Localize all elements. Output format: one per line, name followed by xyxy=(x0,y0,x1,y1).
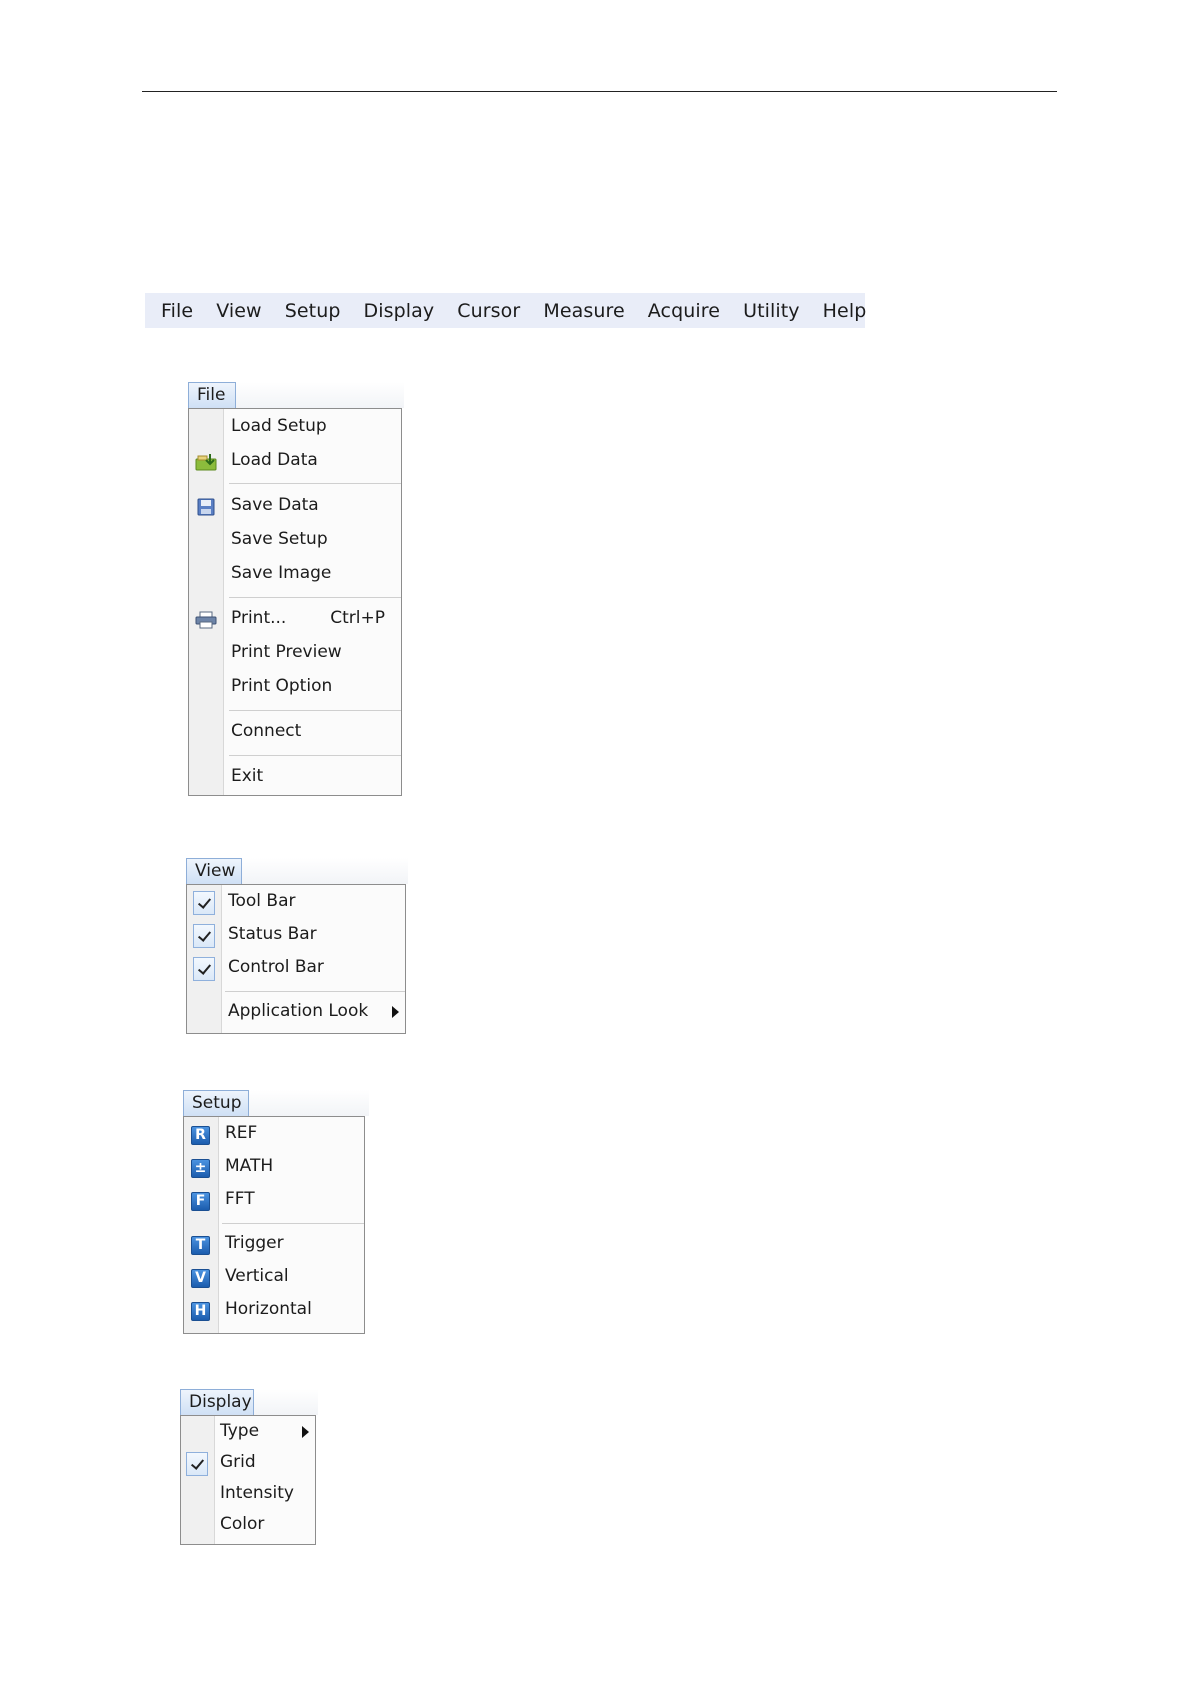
menu-item-label: Print Option xyxy=(231,676,333,696)
file-menu-dropdown: File Load Setup Load Data Save Data Save… xyxy=(188,382,404,796)
setup-menu-dropdown: Setup R REF ± MATH F FFT T Trigger V Ver… xyxy=(183,1090,369,1334)
menu-item-application-look[interactable]: Application Look xyxy=(187,997,405,1029)
menu-item-label: Horizontal xyxy=(225,1299,312,1319)
menu-item-exit[interactable]: Exit xyxy=(189,762,401,794)
menu-view[interactable]: View xyxy=(216,300,262,322)
display-menu-tab[interactable]: Display xyxy=(180,1389,254,1415)
save-disk-icon xyxy=(197,498,215,520)
menu-item-label: Type xyxy=(220,1421,260,1441)
menu-item-type[interactable]: Type xyxy=(181,1418,315,1448)
menu-item-label: Save Setup xyxy=(231,529,328,549)
checkmark-icon xyxy=(193,957,215,981)
menu-utility[interactable]: Utility xyxy=(743,300,800,322)
menu-item-load-data[interactable]: Load Data xyxy=(189,446,401,478)
menu-item-label: Application Look xyxy=(228,1001,369,1021)
menu-item-label: Color xyxy=(220,1514,265,1534)
menu-item-label: Trigger xyxy=(225,1233,284,1253)
menu-item-load-setup[interactable]: Load Setup xyxy=(189,412,401,444)
menu-item-label: Print Preview xyxy=(231,642,342,662)
menu-help[interactable]: Help xyxy=(823,300,867,322)
menu-separator xyxy=(229,755,401,756)
view-menu-panel: Tool Bar Status Bar Control Bar Applicat… xyxy=(186,884,406,1034)
menu-item-print[interactable]: Print... Ctrl+P xyxy=(189,604,401,636)
page-header-rule xyxy=(142,91,1057,92)
menu-item-ref[interactable]: R REF xyxy=(184,1119,364,1151)
file-menu-tab-strip xyxy=(236,382,404,408)
fft-icon: F xyxy=(191,1192,210,1211)
view-menu-tab-strip xyxy=(242,858,408,884)
trigger-icon: T xyxy=(191,1236,210,1255)
menu-separator xyxy=(229,597,401,598)
menu-separator xyxy=(225,991,405,992)
setup-menu-panel: R REF ± MATH F FFT T Trigger V Vertical … xyxy=(183,1116,365,1334)
menu-item-trigger[interactable]: T Trigger xyxy=(184,1229,364,1261)
menu-item-grid[interactable]: Grid xyxy=(181,1449,315,1479)
menu-separator xyxy=(229,710,401,711)
menu-measure[interactable]: Measure xyxy=(543,300,624,322)
ref-icon: R xyxy=(191,1126,210,1145)
menu-separator xyxy=(229,483,401,484)
menu-item-tool-bar[interactable]: Tool Bar xyxy=(187,887,405,919)
main-menu-bar: File View Setup Display Cursor Measure A… xyxy=(145,293,867,328)
horizontal-icon: H xyxy=(191,1302,210,1321)
menu-item-intensity[interactable]: Intensity xyxy=(181,1480,315,1510)
menu-item-save-setup[interactable]: Save Setup xyxy=(189,525,401,557)
display-menu-panel: Type Grid Intensity Color xyxy=(180,1415,316,1545)
menu-item-vertical[interactable]: V Vertical xyxy=(184,1262,364,1294)
menu-item-save-image[interactable]: Save Image xyxy=(189,559,401,591)
submenu-arrow-icon xyxy=(392,1006,399,1018)
menu-item-color[interactable]: Color xyxy=(181,1511,315,1541)
checkmark-icon xyxy=(193,891,215,915)
menu-file[interactable]: File xyxy=(161,300,193,322)
setup-menu-tab[interactable]: Setup xyxy=(183,1090,249,1116)
menu-item-label: Exit xyxy=(231,766,264,786)
menu-item-label: Save Image xyxy=(231,563,332,583)
menu-item-label: MATH xyxy=(225,1156,274,1176)
file-menu-tab[interactable]: File xyxy=(188,382,236,408)
printer-icon xyxy=(194,611,218,633)
display-menu-tab-strip xyxy=(254,1389,318,1415)
checkmark-icon xyxy=(186,1452,208,1476)
menu-acquire[interactable]: Acquire xyxy=(648,300,720,322)
menu-item-math[interactable]: ± MATH xyxy=(184,1152,364,1184)
vertical-icon: V xyxy=(191,1269,210,1288)
menu-setup[interactable]: Setup xyxy=(285,300,341,322)
menu-item-label: Load Data xyxy=(231,450,318,470)
menu-item-label: Tool Bar xyxy=(228,891,296,911)
menu-item-label: Print... xyxy=(231,608,287,628)
load-data-icon xyxy=(195,452,219,476)
setup-menu-tab-strip xyxy=(249,1090,369,1116)
menu-item-print-option[interactable]: Print Option xyxy=(189,672,401,704)
menu-item-label: Status Bar xyxy=(228,924,317,944)
file-menu-panel: Load Setup Load Data Save Data Save Setu… xyxy=(188,408,402,796)
checkmark-icon xyxy=(193,924,215,948)
menu-item-label: FFT xyxy=(225,1189,255,1209)
menu-item-label: Control Bar xyxy=(228,957,324,977)
menu-item-label: Grid xyxy=(220,1452,256,1472)
menu-item-connect[interactable]: Connect xyxy=(189,717,401,749)
menu-item-label: REF xyxy=(225,1123,258,1143)
menu-item-save-data[interactable]: Save Data xyxy=(189,491,401,523)
menu-item-control-bar[interactable]: Control Bar xyxy=(187,953,405,985)
submenu-arrow-icon xyxy=(302,1426,309,1438)
menu-cursor[interactable]: Cursor xyxy=(457,300,520,322)
menu-item-label: Load Setup xyxy=(231,416,327,436)
math-icon: ± xyxy=(191,1159,210,1178)
menu-item-shortcut: Ctrl+P xyxy=(330,608,385,628)
view-menu-dropdown: View Tool Bar Status Bar Control Bar App… xyxy=(186,858,408,1034)
menu-display[interactable]: Display xyxy=(364,300,435,322)
menu-item-status-bar[interactable]: Status Bar xyxy=(187,920,405,952)
menu-item-fft[interactable]: F FFT xyxy=(184,1185,364,1217)
menu-item-label: Connect xyxy=(231,721,302,741)
menu-item-horizontal[interactable]: H Horizontal xyxy=(184,1295,364,1327)
menu-item-label: Intensity xyxy=(220,1483,294,1503)
menu-item-print-preview[interactable]: Print Preview xyxy=(189,638,401,670)
menu-separator xyxy=(222,1223,364,1224)
view-menu-tab[interactable]: View xyxy=(186,858,242,884)
menu-item-label: Vertical xyxy=(225,1266,289,1286)
display-menu-dropdown: Display Type Grid Intensity Color xyxy=(180,1389,318,1545)
menu-item-label: Save Data xyxy=(231,495,319,515)
